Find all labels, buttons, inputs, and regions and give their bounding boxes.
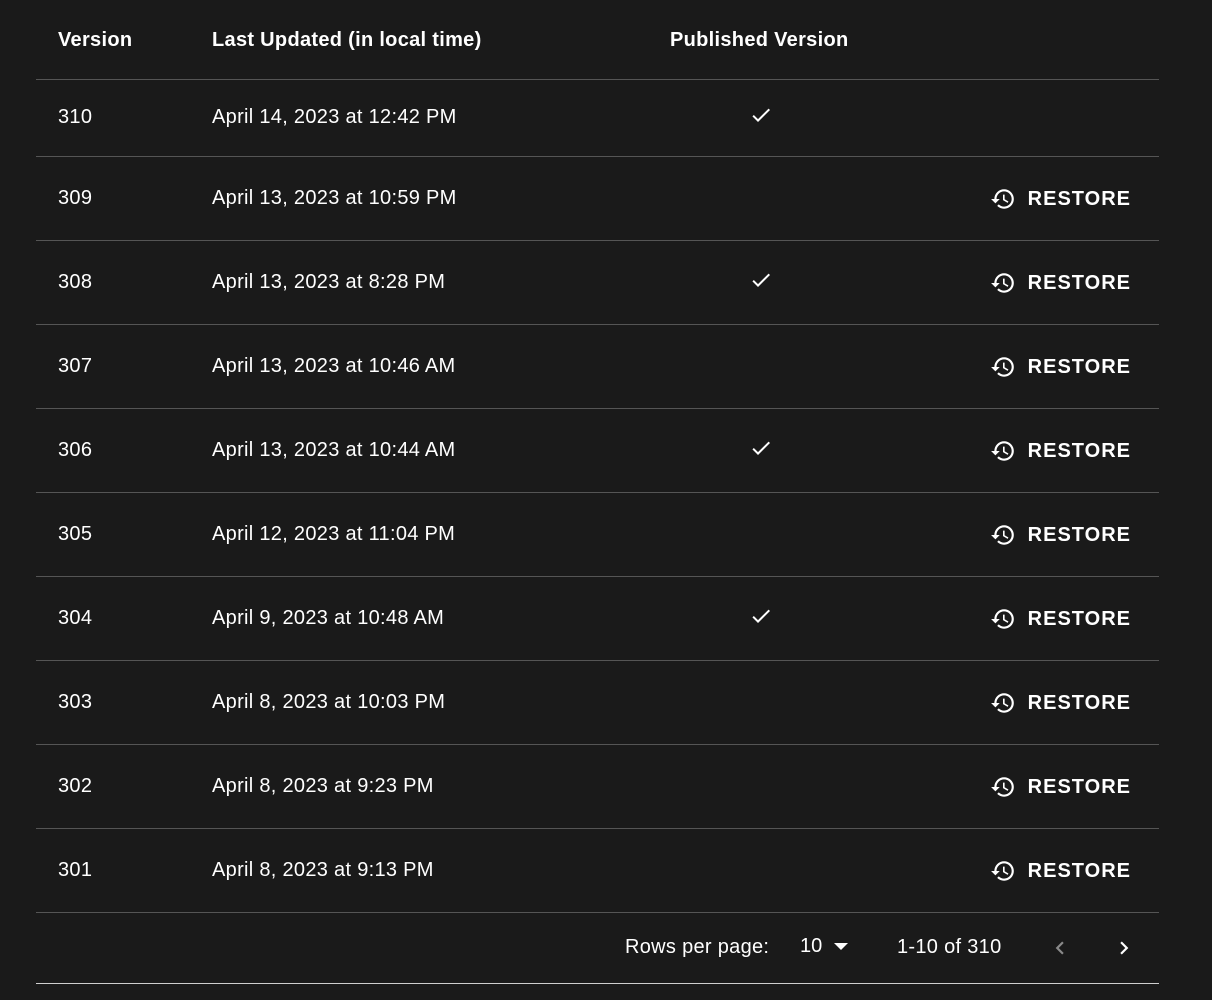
table-header: Version Last Updated (in local time) Pub… [36, 0, 1159, 80]
restore-button[interactable]: RESTORE [990, 186, 1131, 212]
restore-button[interactable]: RESTORE [990, 438, 1131, 464]
pagination-range: 1-10 of 310 [897, 936, 1002, 958]
header-published-version: Published Version [670, 29, 849, 51]
history-icon [990, 189, 1014, 209]
rows-per-page-select[interactable]: 10 [800, 935, 849, 958]
last-updated-cell: April 13, 2023 at 8:28 PM [212, 271, 446, 293]
table-row: 306 April 13, 2023 at 10:44 AM RESTORE [36, 409, 1159, 493]
check-icon [752, 108, 770, 122]
history-icon [990, 441, 1014, 461]
check-icon [752, 609, 770, 623]
rows-per-page-label: Rows per page: [625, 936, 770, 958]
header-version: Version [58, 29, 133, 51]
restore-button[interactable]: RESTORE [990, 858, 1131, 884]
table-row: 304 April 9, 2023 at 10:48 AM RESTORE [36, 577, 1159, 661]
restore-button[interactable]: RESTORE [990, 522, 1131, 548]
version-cell: 305 [58, 523, 93, 545]
last-updated-cell: April 8, 2023 at 10:03 PM [212, 691, 446, 713]
restore-label: RESTORE [1027, 775, 1131, 798]
restore-label: RESTORE [1027, 355, 1131, 378]
last-updated-cell: April 9, 2023 at 10:48 AM [212, 607, 445, 629]
version-cell: 302 [58, 775, 93, 797]
restore-label: RESTORE [1027, 691, 1131, 714]
restore-label: RESTORE [1027, 607, 1131, 630]
history-icon [990, 609, 1014, 629]
versions-table: Version Last Updated (in local time) Pub… [36, 0, 1159, 984]
restore-button[interactable]: RESTORE [990, 354, 1131, 380]
restore-button[interactable]: RESTORE [990, 606, 1131, 632]
restore-label: RESTORE [1027, 271, 1131, 294]
history-icon [990, 273, 1014, 293]
check-icon [752, 441, 770, 455]
restore-label: RESTORE [1027, 859, 1131, 882]
history-icon [990, 693, 1014, 713]
version-cell: 308 [58, 271, 93, 293]
table-row: 301 April 8, 2023 at 9:13 PM RESTORE [36, 829, 1159, 913]
history-icon [990, 777, 1014, 797]
table-row: 309 April 13, 2023 at 10:59 PM RESTORE [36, 157, 1159, 241]
table-row: 307 April 13, 2023 at 10:46 AM RESTORE [36, 325, 1159, 409]
table-row: 303 April 8, 2023 at 10:03 PM RESTORE [36, 661, 1159, 745]
version-cell: 304 [58, 607, 93, 629]
restore-button[interactable]: RESTORE [990, 270, 1131, 296]
restore-label: RESTORE [1027, 523, 1131, 546]
caret-down-icon [834, 943, 849, 950]
history-icon [990, 861, 1014, 881]
chevron-right-icon[interactable] [1111, 935, 1137, 961]
chevron-left-icon[interactable] [1047, 935, 1073, 961]
version-cell: 309 [58, 187, 93, 209]
last-updated-cell: April 14, 2023 at 12:42 PM [212, 106, 457, 128]
table-row: 308 April 13, 2023 at 8:28 PM RESTORE [36, 241, 1159, 325]
check-icon [752, 273, 770, 287]
table-row: 302 April 8, 2023 at 9:23 PM RESTORE [36, 745, 1159, 829]
version-cell: 310 [58, 106, 93, 128]
restore-button[interactable]: RESTORE [990, 690, 1131, 716]
last-updated-cell: April 13, 2023 at 10:46 AM [212, 355, 456, 377]
last-updated-cell: April 8, 2023 at 9:13 PM [212, 859, 434, 881]
version-cell: 307 [58, 355, 93, 377]
pagination-bar: Rows per page: 10 1-10 of 310 [36, 913, 1159, 984]
table-row: 310 April 14, 2023 at 12:42 PM [36, 80, 1159, 157]
restore-button[interactable]: RESTORE [990, 774, 1131, 800]
restore-label: RESTORE [1027, 439, 1131, 462]
history-icon [990, 357, 1014, 377]
version-cell: 306 [58, 439, 93, 461]
version-cell: 303 [58, 691, 93, 713]
last-updated-cell: April 13, 2023 at 10:59 PM [212, 187, 457, 209]
last-updated-cell: April 13, 2023 at 10:44 AM [212, 439, 456, 461]
history-icon [990, 525, 1014, 545]
restore-label: RESTORE [1027, 187, 1131, 210]
last-updated-cell: April 12, 2023 at 11:04 PM [212, 523, 456, 545]
last-updated-cell: April 8, 2023 at 9:23 PM [212, 775, 434, 797]
header-last-updated: Last Updated (in local time) [212, 29, 482, 51]
version-cell: 301 [58, 859, 93, 881]
rows-per-page-value: 10 [800, 935, 823, 957]
table-body: 310 April 14, 2023 at 12:42 PM 309 April 13… [36, 80, 1159, 913]
table-row: 305 April 12, 2023 at 11:04 PM RESTORE [36, 493, 1159, 577]
